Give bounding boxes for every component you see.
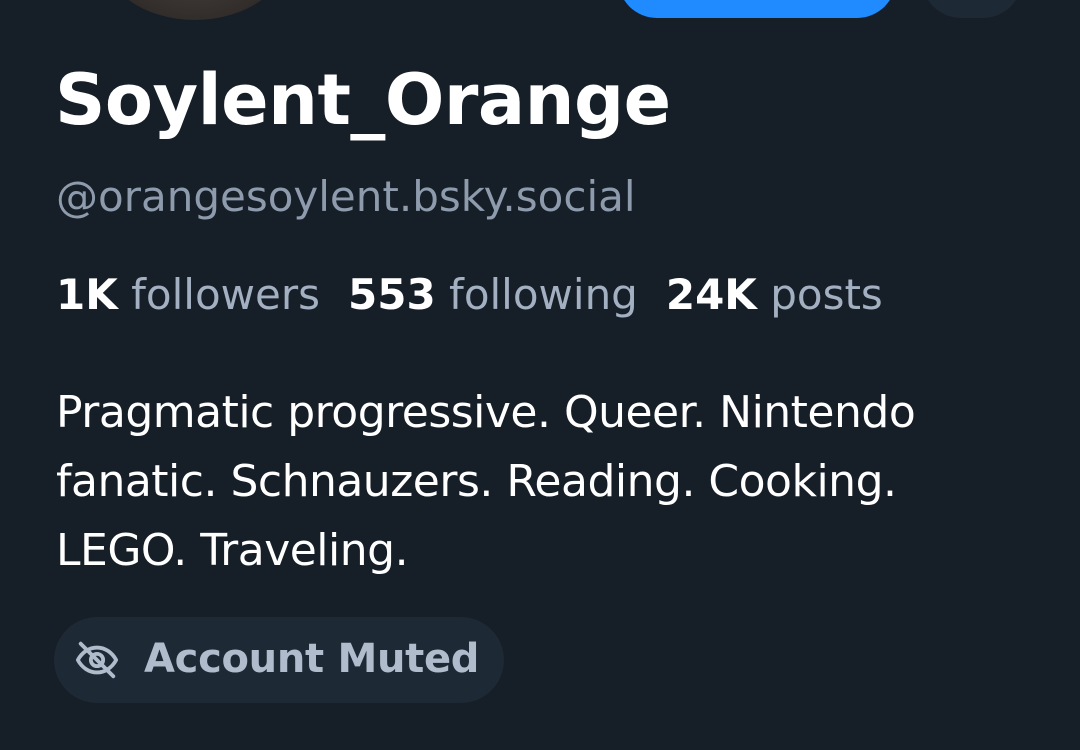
following-label: following <box>449 270 638 319</box>
profile-bio: Pragmatic progressive. Queer. Nintendo f… <box>56 378 1046 585</box>
handle: @orangesoylent.bsky.social <box>56 172 636 221</box>
posts-count: 24K <box>665 270 757 319</box>
posts-stat: 24K posts <box>666 270 883 320</box>
bio-line: Pragmatic progressive. Queer. Nintendo <box>56 387 916 438</box>
bio-line: LEGO. Traveling. <box>56 525 409 576</box>
profile-stats: 1K followers 553 following 24K posts <box>56 270 883 320</box>
following-count: 553 <box>348 270 436 319</box>
eye-slash-icon <box>75 641 119 679</box>
account-muted-badge[interactable]: Account Muted <box>54 617 504 703</box>
more-options-button[interactable] <box>922 0 1022 18</box>
followers-link[interactable]: 1K followers <box>56 270 320 320</box>
posts-label: posts <box>770 270 883 319</box>
account-muted-label: Account Muted <box>144 636 480 682</box>
follow-button[interactable] <box>618 0 896 18</box>
bio-line: fanatic. Schnauzers. Reading. Cooking. <box>56 456 897 507</box>
followers-count: 1K <box>56 270 118 319</box>
following-link[interactable]: 553 following <box>348 270 638 320</box>
followers-label: followers <box>131 270 320 319</box>
display-name: Soylent_Orange <box>55 59 671 141</box>
avatar[interactable] <box>100 0 290 20</box>
